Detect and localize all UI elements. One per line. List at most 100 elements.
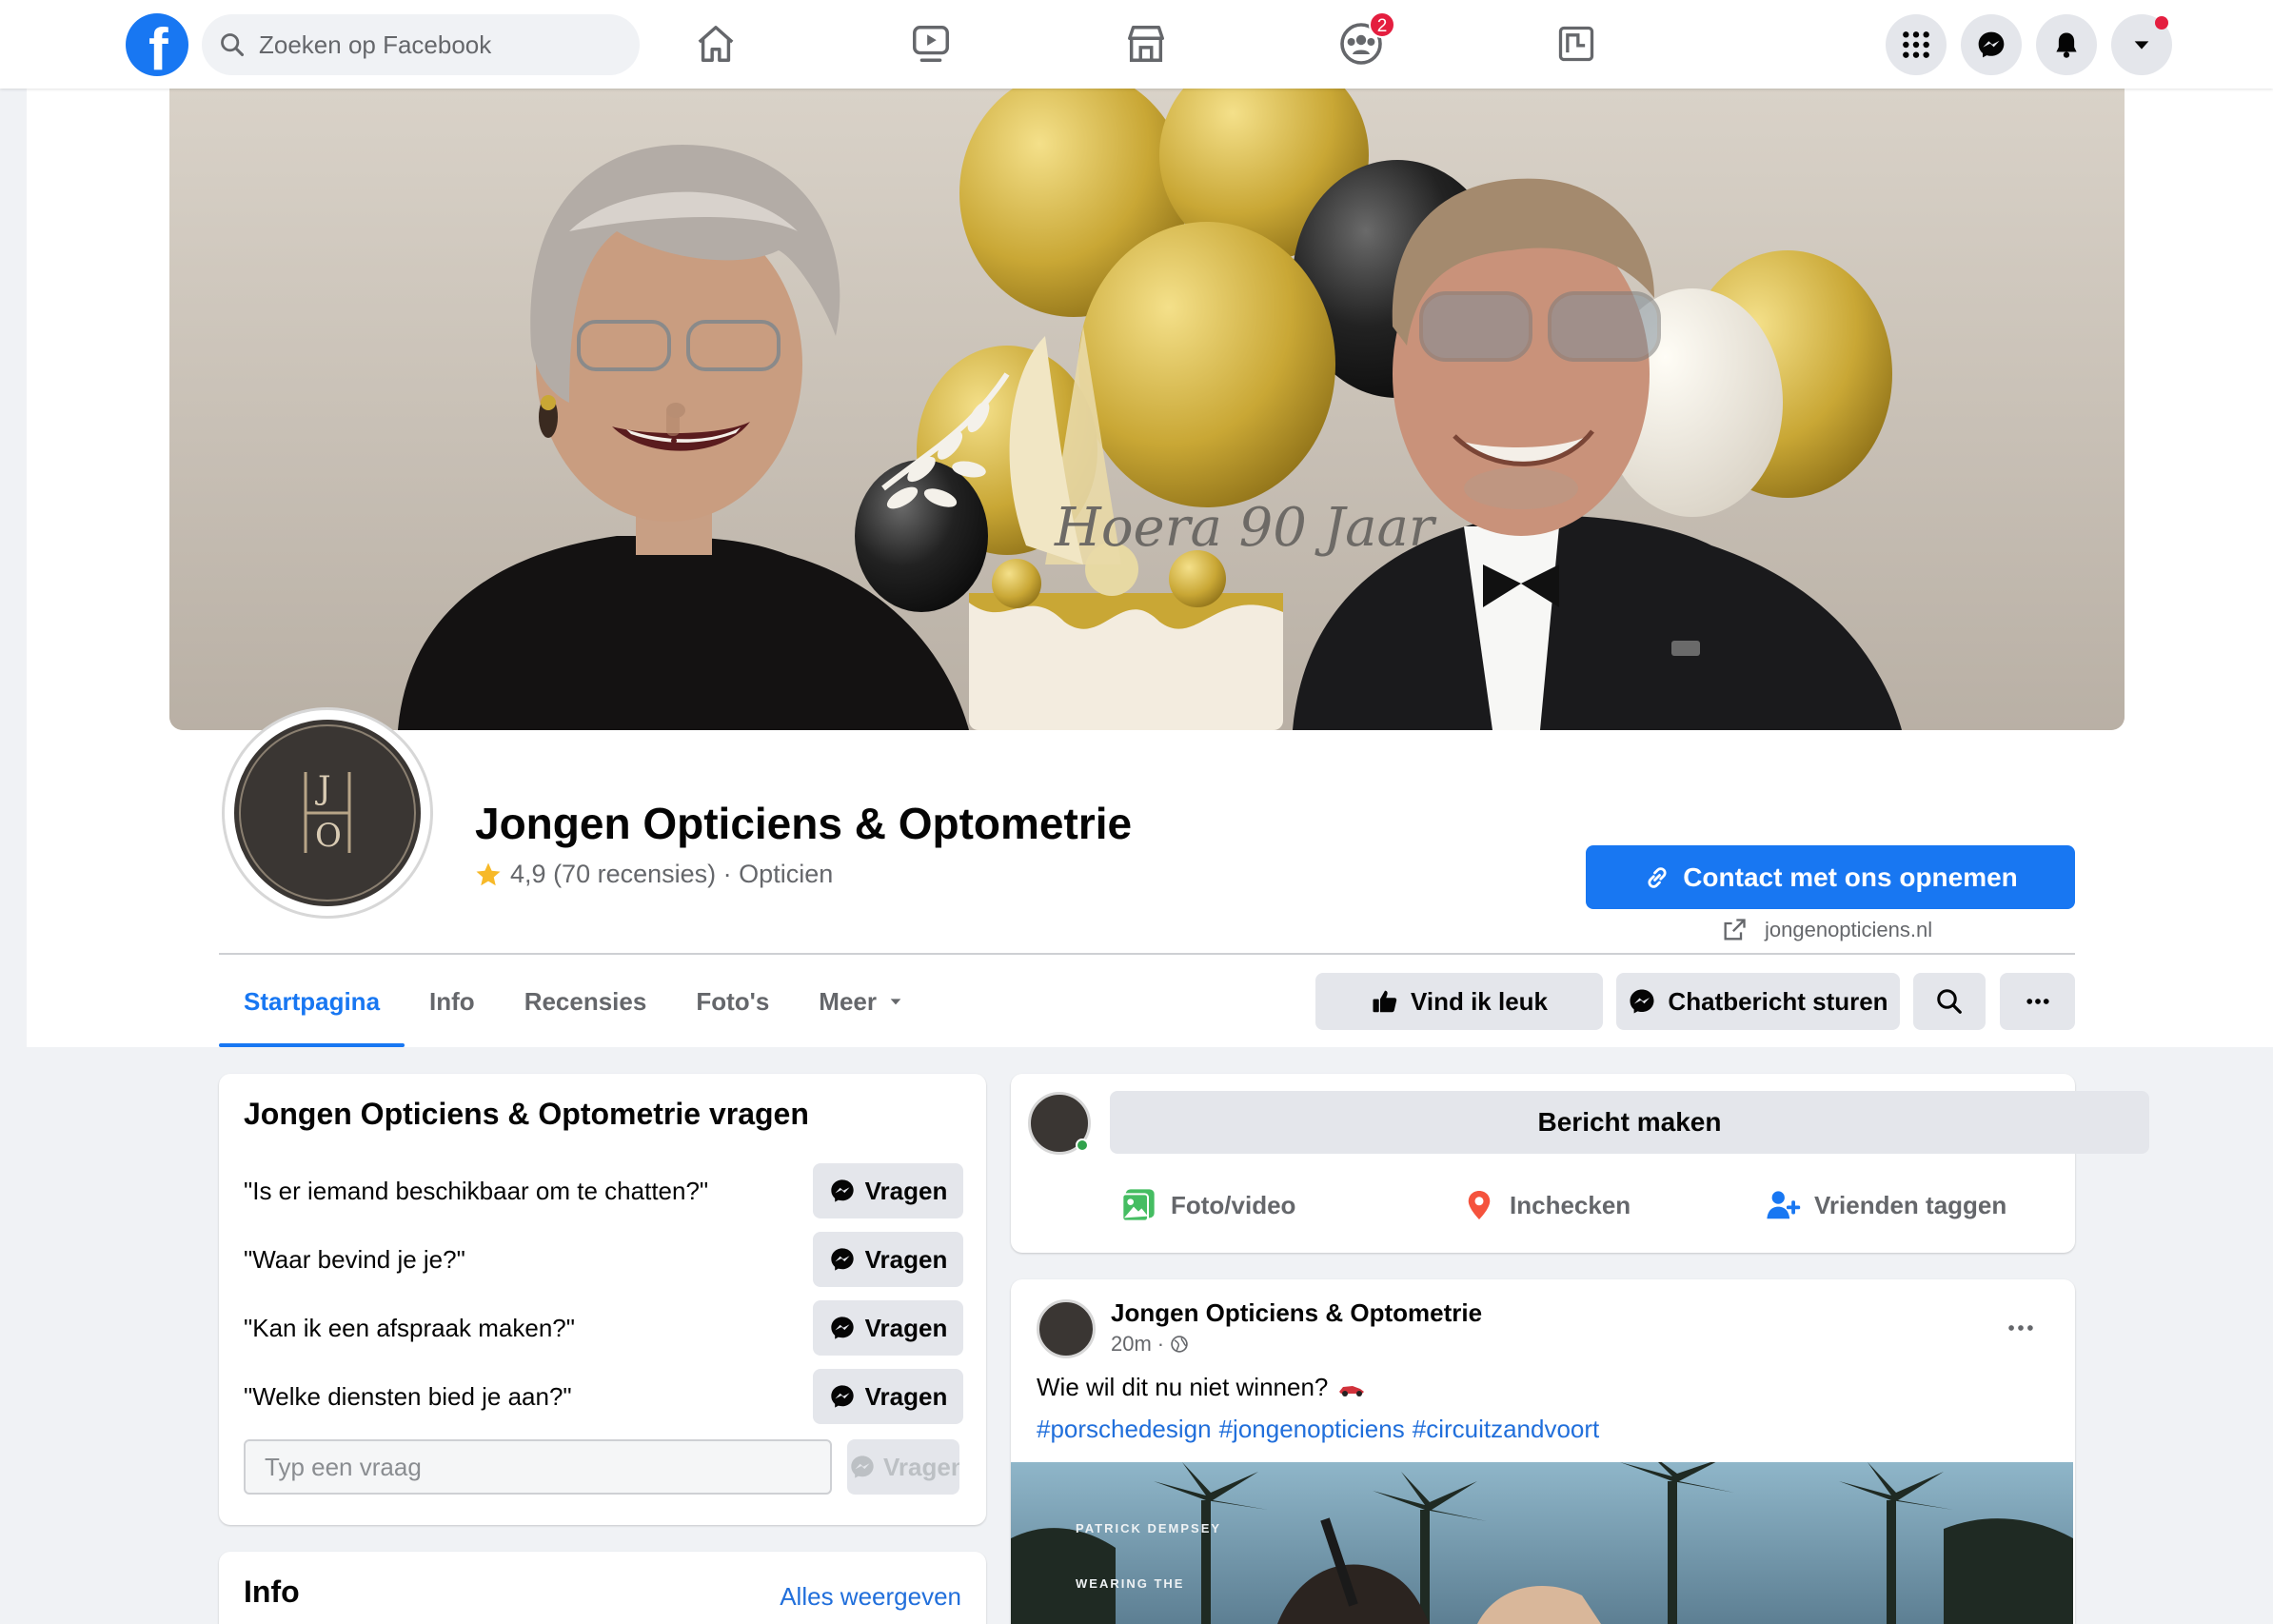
nav-groups[interactable]: 2 <box>1336 11 1395 69</box>
facebook-f-glyph: f <box>148 17 168 83</box>
hashtag-link[interactable]: #jongenopticiens <box>1219 1415 1405 1444</box>
like-button[interactable]: Vind ik leuk <box>1315 973 1603 1030</box>
checkin-button[interactable]: Inchecken <box>1462 1184 1631 1226</box>
messenger-icon <box>830 1248 854 1271</box>
tag-friends-button[interactable]: Vrienden taggen <box>1765 1184 2006 1226</box>
home-icon <box>698 26 734 62</box>
ask-button[interactable]: Vragen <box>813 1163 963 1218</box>
ask-custom-button[interactable]: Vragen <box>847 1439 959 1495</box>
ask-button-label: Vragen <box>864 1381 948 1411</box>
globe-icon <box>1171 1336 1188 1353</box>
hashtag-link[interactable]: #circuitzandvoort <box>1413 1415 1600 1444</box>
image-caption-line-1: PATRICK DEMPSEY <box>1076 1521 1222 1535</box>
account-notification-dot <box>2155 16 2168 30</box>
location-pin-icon <box>1468 1191 1491 1219</box>
ask-button[interactable]: Vragen <box>813 1232 963 1287</box>
post-image-illustration <box>1011 1462 2073 1624</box>
hashtag-link[interactable]: #porschedesign <box>1037 1415 1212 1444</box>
caret-down-icon <box>2134 41 2149 50</box>
question-text: "Waar bevind je je?" <box>244 1245 465 1274</box>
rating-value: 4,9 <box>510 860 546 888</box>
account-button[interactable] <box>2111 14 2172 75</box>
profile-picture[interactable]: J O <box>225 710 430 916</box>
tab-info[interactable]: Info <box>405 956 500 1047</box>
nav-marketplace[interactable] <box>1121 19 1171 69</box>
nav-home[interactable] <box>691 19 741 69</box>
question-text: "Is er iemand beschikbaar om te chatten?… <box>244 1177 709 1205</box>
post-author-avatar[interactable] <box>1037 1299 1096 1358</box>
messenger-icon <box>830 1317 854 1339</box>
create-post-label: Bericht maken <box>1537 1107 1722 1137</box>
messenger-icon <box>830 1179 854 1202</box>
nav-watch[interactable] <box>906 19 956 69</box>
tab-label: Info <box>429 986 475 1016</box>
tag-friends-label: Vrienden taggen <box>1814 1190 2007 1219</box>
photo-icon <box>1121 1189 1155 1222</box>
contact-button[interactable]: Contact met ons opnemen <box>1586 845 2075 909</box>
page-rating-category: 4,9 (70 recensies) · Opticien <box>474 860 833 889</box>
messenger-icon <box>1978 31 2005 58</box>
link-icon <box>1648 866 1667 888</box>
cover-photo[interactable]: Hoera 90 Jaar <box>169 89 2125 730</box>
messenger-button[interactable] <box>1961 14 2022 75</box>
photo-video-label: Foto/video <box>1171 1190 1296 1219</box>
checkin-label: Inchecken <box>1510 1190 1631 1219</box>
contact-button-label: Contact met ons opnemen <box>1683 862 2018 892</box>
send-message-button[interactable]: Chatbericht sturen <box>1616 973 1900 1030</box>
review-count[interactable]: (70 recensies) <box>553 860 716 889</box>
tab-meer[interactable]: Meer <box>794 956 928 1047</box>
create-post-button[interactable]: Bericht maken <box>1110 1091 2149 1154</box>
messenger-icon <box>830 1385 854 1408</box>
info-card: Info Alles weergeven <box>219 1552 986 1624</box>
question-text: "Kan ik een afspraak maken?" <box>244 1314 575 1342</box>
search-box[interactable] <box>202 14 640 75</box>
ask-button-label: Vragen <box>864 1176 948 1205</box>
question-row: "Is er iemand beschikbaar om te chatten?… <box>244 1163 963 1218</box>
post-hashtags: #porschedesign #jongenopticiens #circuit… <box>1037 1415 1599 1444</box>
post-author-name[interactable]: Jongen Opticiens & Optometrie <box>1111 1298 1482 1328</box>
tag-friends-icon <box>1767 1191 1801 1219</box>
question-row: "Waar bevind je je?" Vragen <box>244 1232 963 1287</box>
caret-down-icon <box>890 999 901 1005</box>
ask-button-label: Vragen <box>864 1313 948 1342</box>
notifications-button[interactable] <box>2036 14 2097 75</box>
menu-button[interactable] <box>1886 14 1947 75</box>
logo-letter-top: J <box>318 769 331 807</box>
messenger-icon <box>851 1456 874 1478</box>
marketplace-icon <box>1128 26 1164 62</box>
post-text: Wie wil dit nu niet winnen? <box>1037 1373 1366 1402</box>
tab-recensies[interactable]: Recensies <box>500 956 672 1047</box>
question-input[interactable] <box>244 1439 832 1495</box>
photo-video-button[interactable]: Foto/video <box>1119 1184 1295 1226</box>
see-all-link[interactable]: Alles weergeven <box>780 1582 961 1612</box>
post-text-content: Wie wil dit nu niet winnen? <box>1037 1373 1329 1401</box>
image-caption-line-2: WEARING THE <box>1076 1576 1185 1591</box>
top-navigation-bar: f 2 <box>0 0 2273 89</box>
tab-label: Meer <box>819 986 877 1016</box>
meta-separator: · <box>722 860 732 888</box>
search-icon <box>1937 989 1962 1014</box>
tab-label: Recensies <box>524 986 647 1016</box>
post-time-separator: · <box>1156 1332 1165 1356</box>
page-category[interactable]: Opticien <box>739 860 833 889</box>
ask-button[interactable]: Vragen <box>813 1300 963 1356</box>
page-tabs: Startpagina Info Recensies Foto's Meer <box>219 956 928 1047</box>
page-search-button[interactable] <box>1913 973 1986 1030</box>
tab-label: Foto's <box>696 986 770 1016</box>
website-link[interactable]: jongenopticiens.nl <box>1721 917 1932 943</box>
cover-cake-text: Hoera 90 Jaar <box>1054 497 1437 559</box>
tab-fotos[interactable]: Foto's <box>671 956 794 1047</box>
more-options-button[interactable] <box>2000 973 2075 1030</box>
ask-button[interactable]: Vragen <box>813 1369 963 1424</box>
nav-gaming[interactable] <box>1552 19 1601 69</box>
post-options-icon[interactable] <box>2005 1312 2037 1344</box>
questions-card-title: Jongen Opticiens & Optometrie vragen <box>244 1097 809 1131</box>
post-timestamp[interactable]: 20m · <box>1111 1332 1189 1357</box>
race-car-icon <box>1339 1385 1365 1396</box>
post-time-value: 20m <box>1111 1332 1152 1356</box>
search-input[interactable] <box>259 14 621 75</box>
tab-startpagina[interactable]: Startpagina <box>219 956 405 1047</box>
facebook-logo[interactable]: f <box>126 13 188 82</box>
website-url: jongenopticiens.nl <box>1765 918 1933 941</box>
post-image[interactable]: PATRICK DEMPSEY WEARING THE <box>1011 1462 2073 1624</box>
